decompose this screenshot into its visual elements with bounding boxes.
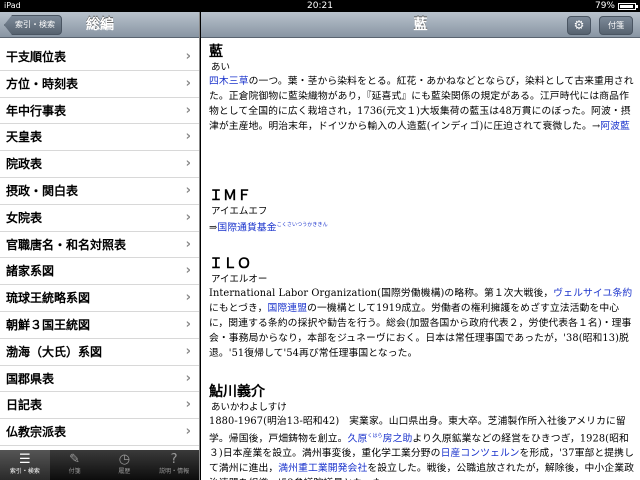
link-kuhara[interactable]: 久原 [348, 433, 368, 444]
entry-body: 四木三草の一つ。葉・茎から染料をとる。紅花・あかねなどとならび，染料として古来重… [209, 76, 634, 132]
clock-icon: ◷ [118, 452, 131, 467]
status-time: 20:21 [307, 1, 333, 11]
chevron-right-icon: › [185, 370, 191, 386]
reading: あい [211, 62, 231, 73]
chevron-right-icon: › [185, 316, 191, 332]
link-kokusai-tsuka-kikin[interactable]: 国際通貨基金 [217, 222, 276, 233]
chevron-right-icon: › [185, 129, 191, 145]
chevron-right-icon: › [185, 156, 191, 172]
entry-body: ⇒国際通貨基金こくさいつうかききん [209, 222, 328, 234]
battery-percent: 79% [594, 1, 615, 11]
list-item[interactable]: 仏教宗派表 › [0, 419, 199, 446]
list-icon: ☰ [19, 452, 31, 467]
entry-ilo: ＩＬＯ アイエルオー International Labor Organizat… [209, 255, 634, 361]
list-item[interactable]: 摂政・関白表 › [0, 178, 199, 205]
battery-icon [618, 2, 638, 10]
chevron-right-icon: › [185, 424, 191, 440]
headword: 鮎川義介 [209, 384, 265, 400]
list-item[interactable]: 琉球王統略系図 › [0, 285, 199, 312]
list-item[interactable]: 朝鮮３国王統図 › [0, 312, 199, 339]
entry-body: International Labor Organization(国際労働機構)… [209, 288, 633, 359]
left-nav-title: 総編 [86, 17, 114, 33]
list-item[interactable]: 国郡県表 › [0, 366, 199, 393]
status-bar: iPad 20:21 79% [0, 0, 640, 12]
chevron-right-icon: › [185, 102, 191, 118]
link-nissan-konzern[interactable]: 日産コンツェルン [441, 448, 520, 459]
tab-bar: ☰ 索引・検索 ✎ 付箋 ◷ 履歴 ? 説明・情報 [0, 450, 199, 480]
link-fusanosuke[interactable]: 房之助 [383, 433, 413, 444]
chevron-right-icon: › [185, 182, 191, 198]
list-item[interactable]: 方位・時刻表 › [0, 71, 199, 98]
tab-history[interactable]: ◷ 履歴 [100, 450, 150, 480]
right-pane: 藍 ⚙ 付箋 藍 あい 四木三草の一つ。葉・茎から染料をとる。紅花・あかねなどと… [201, 12, 640, 480]
list-item[interactable]: 日記表 › [0, 392, 199, 420]
chevron-right-icon: › [185, 49, 191, 64]
headword: ＩＭＦ [209, 188, 251, 204]
link-manshu-jukogyo[interactable]: 満州重工業開発会社 [278, 463, 367, 474]
reading: アイエムエフ [211, 206, 268, 217]
list-item[interactable]: 干支順位表 › [0, 44, 199, 71]
list-item[interactable]: 院政表 › [0, 151, 199, 178]
entry-aikawa: 鮎川義介 あいかわよしすけ 1880-1967(明治13-昭和42) 実業家。山… [209, 383, 634, 480]
link-shiboku-sanso[interactable]: 四木三草 [209, 76, 249, 87]
back-button[interactable]: 索引・検索 [4, 15, 62, 35]
left-navbar: 索引・検索 総編 [0, 12, 199, 38]
reading: アイエルオー [211, 274, 268, 285]
headword: ＩＬＯ [209, 256, 251, 272]
question-icon: ? [170, 452, 178, 467]
tab-fusen[interactable]: ✎ 付箋 [50, 450, 100, 480]
chevron-right-icon: › [185, 343, 191, 359]
chevron-right-icon: › [185, 263, 191, 279]
list-item[interactable]: 渤海（大氏）系図 › [0, 339, 199, 366]
chevron-right-icon: › [185, 290, 191, 306]
category-list: 干支順位表 › 方位・時刻表 › 年中行事表 › 天皇表 › 院政表 › 摂政・関白表 › … [0, 44, 199, 446]
chevron-right-icon: › [185, 75, 191, 91]
tab-index-search[interactable]: ☰ 索引・検索 [0, 450, 50, 480]
ruby: くはら [367, 433, 383, 439]
fusen-button[interactable]: 付箋 [599, 16, 633, 35]
list-item[interactable]: 官職唐名・和名対照表 › [0, 232, 199, 259]
list-item[interactable]: 天皇表 › [0, 124, 199, 152]
gear-icon: ⚙ [573, 18, 585, 32]
left-pane: 索引・検索 総編 干支順位表 › 方位・時刻表 › 年中行事表 › 天皇表 › 院政表 ›… [0, 12, 200, 480]
chevron-right-icon: › [185, 236, 191, 252]
entry-body: 1880-1967(明治13-昭和42) 実業家。山口県出身。東大卒。芝浦製作所… [209, 416, 634, 480]
chevron-right-icon: › [185, 209, 191, 225]
list-item[interactable]: 年中行事表 › [0, 98, 199, 125]
reading: あいかわよしすけ [211, 402, 287, 413]
pencil-icon: ✎ [69, 452, 81, 467]
ruby: こくさいつうかききん [276, 222, 328, 228]
battery-indicator: 79% [594, 0, 638, 12]
entry-imf: ＩＭＦ アイエムエフ ⇒国際通貨基金こくさいつうかききん [209, 187, 634, 235]
right-navbar: 藍 ⚙ 付箋 [201, 12, 640, 38]
link-kokusai-renmei[interactable]: 国際連盟 [268, 303, 308, 314]
chevron-right-icon: › [185, 397, 191, 413]
link-versailles[interactable]: ヴェルサイユ条約 [553, 288, 632, 299]
headword: 藍 [209, 44, 223, 60]
link-awa-ai[interactable]: 阿波藍 [600, 121, 630, 132]
settings-button[interactable]: ⚙ [567, 16, 591, 35]
entry-ai: 藍 あい 四木三草の一つ。葉・茎から染料をとる。紅花・あかねなどとならび，染料と… [209, 43, 634, 134]
list-item[interactable]: 諸家系図 › [0, 258, 199, 286]
list-item[interactable]: 女院表 › [0, 205, 199, 232]
tab-info[interactable]: ? 説明・情報 [149, 450, 199, 480]
